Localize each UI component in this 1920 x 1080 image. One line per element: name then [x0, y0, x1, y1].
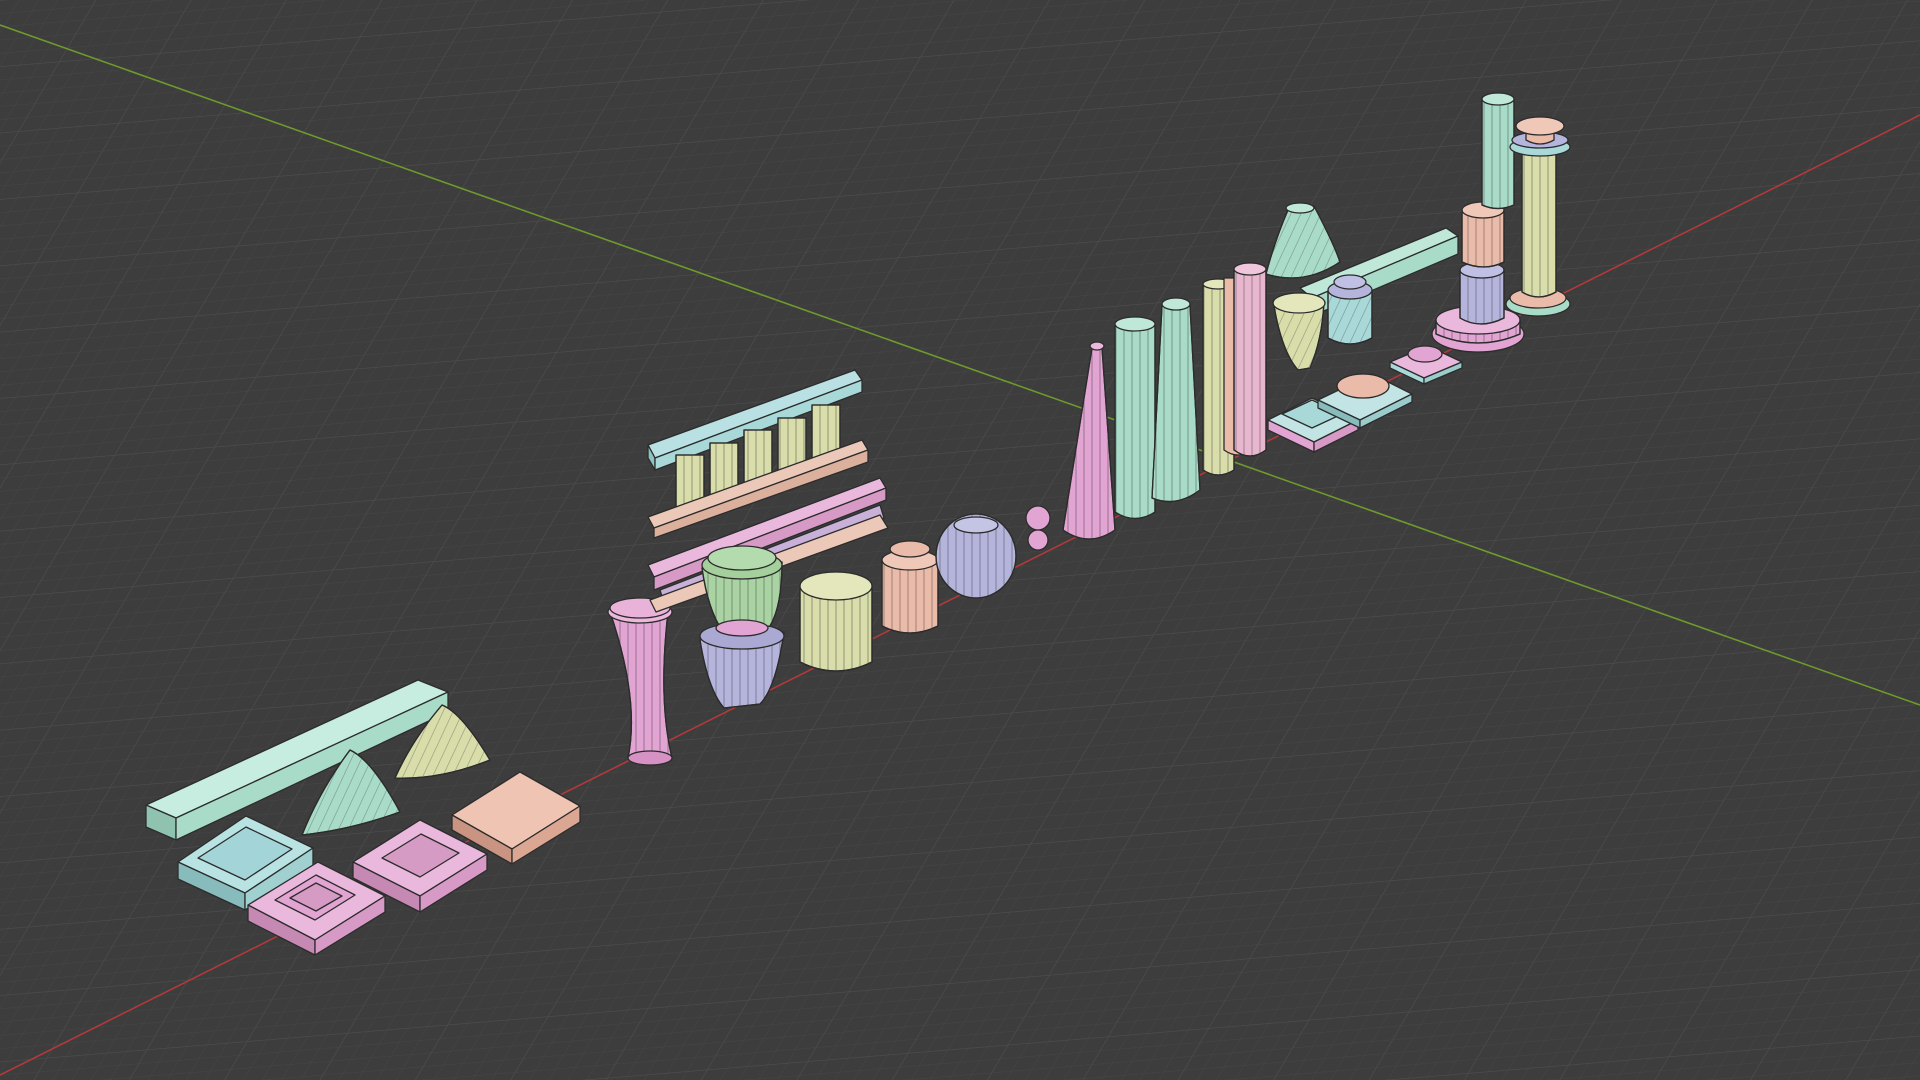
- drum-peach[interactable]: [881, 540, 939, 634]
- viewport-scene: [0, 0, 1920, 1080]
- 3d-viewport[interactable]: [0, 0, 1920, 1080]
- column-mint[interactable]: [1114, 316, 1156, 520]
- column-pink-tall[interactable]: [1223, 262, 1267, 457]
- pot-teal[interactable]: [1327, 274, 1373, 345]
- drum-yellow[interactable]: [799, 571, 873, 672]
- fluted-sphere[interactable]: [935, 513, 1017, 599]
